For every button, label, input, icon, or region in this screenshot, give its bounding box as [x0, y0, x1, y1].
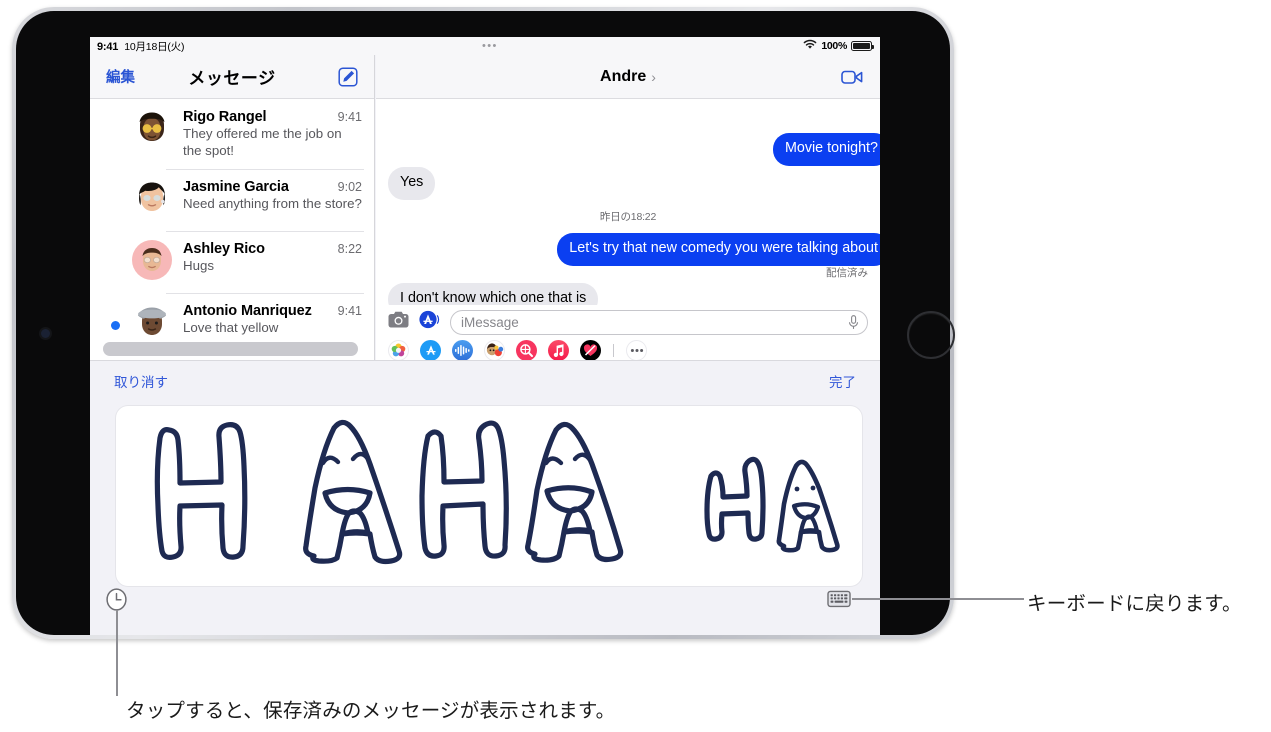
imessage-placeholder: iMessage	[461, 314, 519, 330]
list-item[interactable]: Rigo Rangel 9:41 They offered me the job…	[90, 99, 374, 169]
message-thread: Movie tonight? Yes 昨日の18:22 Let's try th…	[376, 99, 880, 316]
callout-line-recents	[116, 610, 118, 696]
front-camera	[41, 329, 50, 338]
imessage-app-drawer[interactable]	[376, 339, 880, 360]
clock-icon[interactable]	[105, 588, 128, 611]
message-input-bar: iMessage	[376, 305, 880, 339]
haha-drawing	[154, 419, 840, 565]
message-timestamp: 昨日の18:22	[599, 211, 657, 223]
status-bar-right: 100%	[803, 39, 874, 53]
camera-icon[interactable]	[388, 311, 409, 333]
list-item-header: Antonio Manriquez 9:41	[183, 303, 362, 319]
compose-icon[interactable]	[338, 66, 358, 87]
unread-badge	[111, 320, 120, 330]
drawer-header: 取り消す 完了	[90, 361, 880, 401]
photos-app-icon[interactable]	[388, 339, 409, 360]
contact-name: Jasmine Garcia	[183, 178, 289, 195]
list-item-header: Ashley Rico 8:22	[183, 241, 362, 257]
message-time: 9:41	[337, 110, 362, 124]
audio-message-app-icon[interactable]	[452, 339, 473, 360]
app-store-app-icon[interactable]	[420, 339, 441, 360]
divider	[166, 230, 364, 232]
contact-name: Ashley Rico	[183, 240, 265, 257]
callout-text-keyboard: キーボードに戻ります。	[1027, 593, 1242, 615]
conversation-list[interactable]: Rigo Rangel 9:41 They offered me the job…	[90, 99, 374, 355]
done-button[interactable]: 完了	[829, 371, 856, 391]
app-store-icon[interactable]	[419, 310, 440, 334]
list-item-text: Jasmine Garcia 9:02 Need anything from t…	[183, 178, 362, 213]
home-button[interactable]	[907, 311, 955, 359]
screenshot-root: 9:41 10月18日(火) ••• 100% 編集 メッセージ Rigo Ra…	[0, 0, 1271, 732]
message-time: 9:41	[337, 303, 362, 318]
message-time: 8:22	[337, 241, 362, 256]
list-item[interactable]: Ashley Rico 8:22 Hugs	[90, 230, 374, 293]
list-item-header: Rigo Rangel 9:41	[183, 109, 362, 125]
battery-percent: 100%	[821, 40, 847, 52]
callout-text-recents: タップすると、保存済みのメッセージが表示されます。	[126, 700, 616, 722]
memoji-stickers-app-icon[interactable]	[484, 339, 505, 360]
messages-sidebar: 編集 メッセージ Rigo Rangel 9:41 They offered m…	[90, 55, 375, 360]
ipad-device: 9:41 10月18日(火) ••• 100% 編集 メッセージ Rigo Ra…	[12, 7, 955, 639]
contact-name: Andre	[600, 67, 647, 85]
digital-touch-app-icon[interactable]	[580, 339, 601, 360]
conversation-navbar: Andre ›	[376, 55, 880, 99]
divider	[166, 292, 364, 294]
digital-touch-drawer: 取り消す 完了	[90, 360, 880, 635]
delivery-status: 配信済み	[826, 267, 868, 279]
music-app-icon[interactable]	[548, 339, 569, 360]
avatar	[132, 108, 172, 148]
status-date: 10月18日(火)	[124, 40, 185, 53]
list-item-text: Ashley Rico 8:22 Hugs	[183, 240, 362, 275]
avatar	[132, 302, 172, 342]
microphone-icon[interactable]	[848, 314, 859, 330]
conversation-panel: Andre › Movie tonight? Yes 昨日の18:22 Let'	[376, 55, 880, 360]
imessage-input[interactable]: iMessage	[450, 309, 868, 335]
contact-name: Rigo Rangel	[183, 109, 267, 125]
message-bubble-incoming: Yes	[388, 167, 436, 200]
battery-icon	[851, 41, 874, 51]
message-preview: Love that yellow	[183, 319, 279, 335]
avatar	[132, 240, 172, 280]
message-bubble-outgoing: Let's try that new comedy you were talki…	[557, 233, 880, 266]
drawing-canvas[interactable]	[116, 406, 862, 586]
edit-button[interactable]: 編集	[106, 66, 135, 87]
cancel-button[interactable]: 取り消す	[114, 371, 168, 391]
message-preview: Need anything from the store?	[183, 195, 362, 211]
sidebar-navbar: 編集 メッセージ	[90, 55, 374, 99]
callout-line-keyboard	[852, 598, 1024, 600]
list-item-text: Rigo Rangel 9:41 They offered me the job…	[183, 108, 362, 160]
list-item-text: Antonio Manriquez 9:41 Love that yellow	[183, 302, 362, 337]
image-search-app-icon[interactable]	[516, 339, 537, 360]
conversation-title[interactable]: Andre ›	[600, 68, 656, 86]
list-item[interactable]: Jasmine Garcia 9:02 Need anything from t…	[90, 168, 374, 231]
ipad-screen: 9:41 10月18日(火) ••• 100% 編集 メッセージ Rigo Ra…	[90, 37, 880, 635]
facetime-video-icon[interactable]	[841, 69, 863, 85]
message-bubble-outgoing: Movie tonight?	[773, 133, 880, 166]
keyboard-icon[interactable]	[827, 590, 851, 608]
wifi-icon	[803, 39, 817, 53]
handoff-dots: •••	[482, 39, 498, 52]
drawer-toolbar	[90, 601, 880, 631]
divider	[166, 168, 364, 170]
chevron-right-icon: ›	[651, 68, 656, 85]
list-item-header: Jasmine Garcia 9:02	[183, 179, 362, 195]
divider	[613, 343, 614, 357]
search-input[interactable]	[103, 342, 358, 356]
more-apps-icon[interactable]	[626, 339, 647, 360]
avatar	[132, 178, 172, 218]
status-bar: 9:41 10月18日(火) ••• 100%	[90, 37, 880, 55]
message-time: 9:02	[337, 179, 362, 194]
status-bar-left: 9:41 10月18日(火)	[97, 39, 184, 54]
status-time: 9:41	[97, 40, 119, 53]
page-title: メッセージ	[188, 69, 276, 88]
contact-name: Antonio Manriquez	[183, 302, 312, 319]
message-preview: They offered me the job on the spot!	[183, 126, 342, 158]
message-preview: Hugs	[183, 257, 215, 273]
